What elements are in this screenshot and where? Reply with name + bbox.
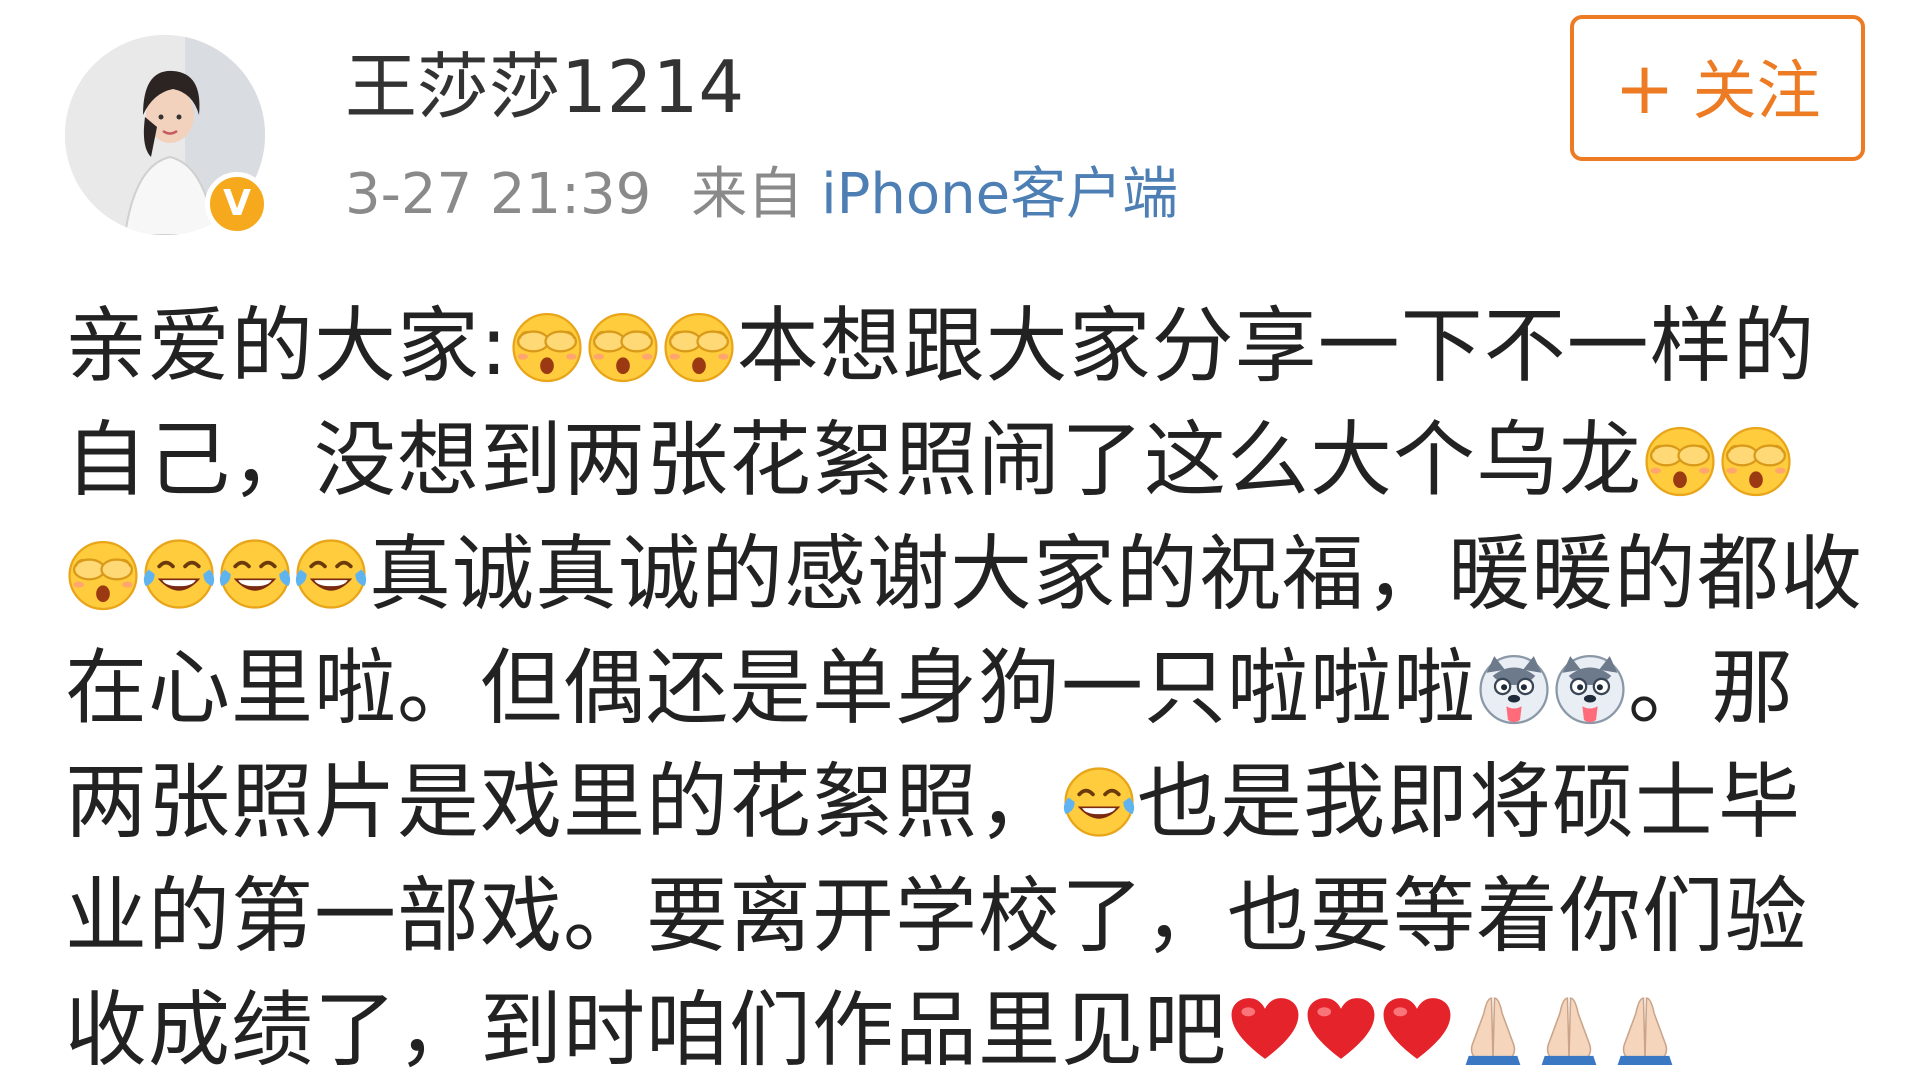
covering-eyes-icon	[1642, 422, 1718, 498]
praying-hands-icon	[1531, 992, 1607, 1068]
covering-eyes-icon	[661, 308, 737, 384]
post-source-link[interactable]: iPhone客户端	[821, 162, 1178, 227]
post-meta: 3-27 21:39 来自 iPhone客户端	[345, 160, 1178, 230]
follow-button[interactable]: + 关注	[1570, 15, 1865, 161]
red-heart-icon	[1227, 992, 1303, 1068]
laughing-tears-icon	[217, 536, 293, 612]
laughing-tears-icon	[1061, 764, 1137, 840]
laughing-tears-icon	[141, 536, 217, 612]
plus-icon: +	[1614, 46, 1675, 130]
post-text-segment: 亲爱的大家:	[65, 299, 509, 394]
praying-hands-icon	[1607, 992, 1683, 1068]
red-heart-icon	[1379, 992, 1455, 1068]
covering-eyes-icon	[65, 536, 141, 612]
red-heart-icon	[1303, 992, 1379, 1068]
covering-eyes-icon	[585, 308, 661, 384]
husky-dog-icon	[1552, 650, 1628, 726]
praying-hands-icon	[1455, 992, 1531, 1068]
post-content: 亲爱的大家: 本想跟大家分享一下不一样的自己，没想到两张花絮照闹了这么大个乌龙 真诚…	[65, 290, 1865, 1080]
source-prefix: 来自	[691, 162, 804, 227]
husky-dog-icon	[1476, 650, 1552, 726]
laughing-tears-icon	[293, 536, 369, 612]
follow-label: 关注	[1692, 55, 1821, 129]
covering-eyes-icon	[1718, 422, 1794, 498]
covering-eyes-icon	[509, 308, 585, 384]
post-time: 3-27 21:39	[345, 162, 652, 227]
username[interactable]: 王莎莎1214	[345, 42, 744, 132]
verified-badge: V	[205, 172, 269, 236]
